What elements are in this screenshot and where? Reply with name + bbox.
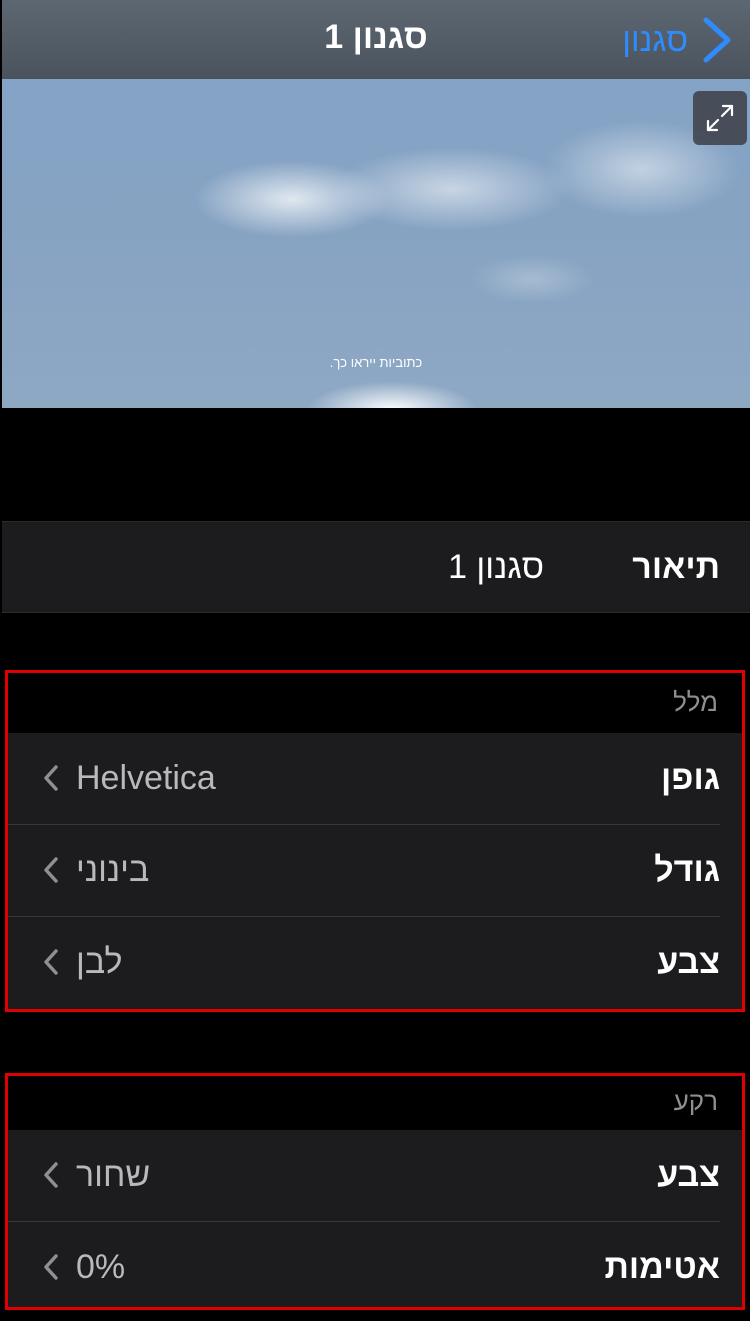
description-value[interactable]: סגנון 1 bbox=[448, 548, 544, 587]
chevron-left-icon bbox=[44, 857, 58, 883]
background-color-row[interactable]: צבע שחור bbox=[8, 1130, 742, 1222]
text-color-row[interactable]: צבע לבן bbox=[8, 917, 742, 1009]
font-label: גופן bbox=[661, 759, 720, 797]
text-section: מלל גופן Helvetica גודל בינוני צבע לבן bbox=[5, 670, 745, 1012]
size-row[interactable]: גודל בינוני bbox=[8, 825, 742, 917]
text-color-label: צבע bbox=[657, 943, 720, 981]
opacity-row[interactable]: אטימות 0% bbox=[8, 1222, 742, 1307]
description-label: תיאור bbox=[632, 547, 720, 586]
chevron-right-icon bbox=[703, 17, 731, 63]
text-section-title: מלל bbox=[673, 687, 718, 717]
subtitle-caption: כתוביות ייראו כך. bbox=[329, 355, 423, 370]
back-button[interactable]: סגנון bbox=[622, 14, 736, 66]
size-label: גודל bbox=[654, 851, 720, 889]
background-color-label: צבע bbox=[657, 1156, 720, 1194]
text-color-value: לבן bbox=[76, 943, 123, 981]
chevron-left-icon bbox=[44, 1162, 58, 1188]
chevron-left-icon bbox=[44, 765, 58, 791]
subtitle-preview-image: כתוביות ייראו כך. bbox=[2, 79, 750, 408]
description-row[interactable]: תיאור סגנון 1 bbox=[2, 521, 750, 613]
background-section: רקע צבע שחור אטימות 0% bbox=[5, 1073, 745, 1310]
font-row[interactable]: גופן Helvetica bbox=[8, 733, 742, 825]
background-section-title: רקע bbox=[673, 1086, 718, 1116]
opacity-value: 0% bbox=[76, 1248, 126, 1286]
back-button-label: סגנון bbox=[622, 21, 688, 58]
background-color-value: שחור bbox=[76, 1156, 151, 1194]
expand-button[interactable] bbox=[693, 91, 747, 145]
text-section-header: מלל bbox=[8, 673, 742, 733]
chevron-left-icon bbox=[44, 1254, 58, 1280]
expand-icon bbox=[706, 104, 734, 132]
opacity-label: אטימות bbox=[604, 1248, 720, 1286]
size-value: בינוני bbox=[76, 851, 150, 889]
chevron-left-icon bbox=[44, 949, 58, 975]
navigation-bar: סגנון 1 סגנון bbox=[2, 0, 750, 79]
background-section-header: רקע bbox=[8, 1076, 742, 1130]
font-value: Helvetica bbox=[76, 759, 216, 797]
